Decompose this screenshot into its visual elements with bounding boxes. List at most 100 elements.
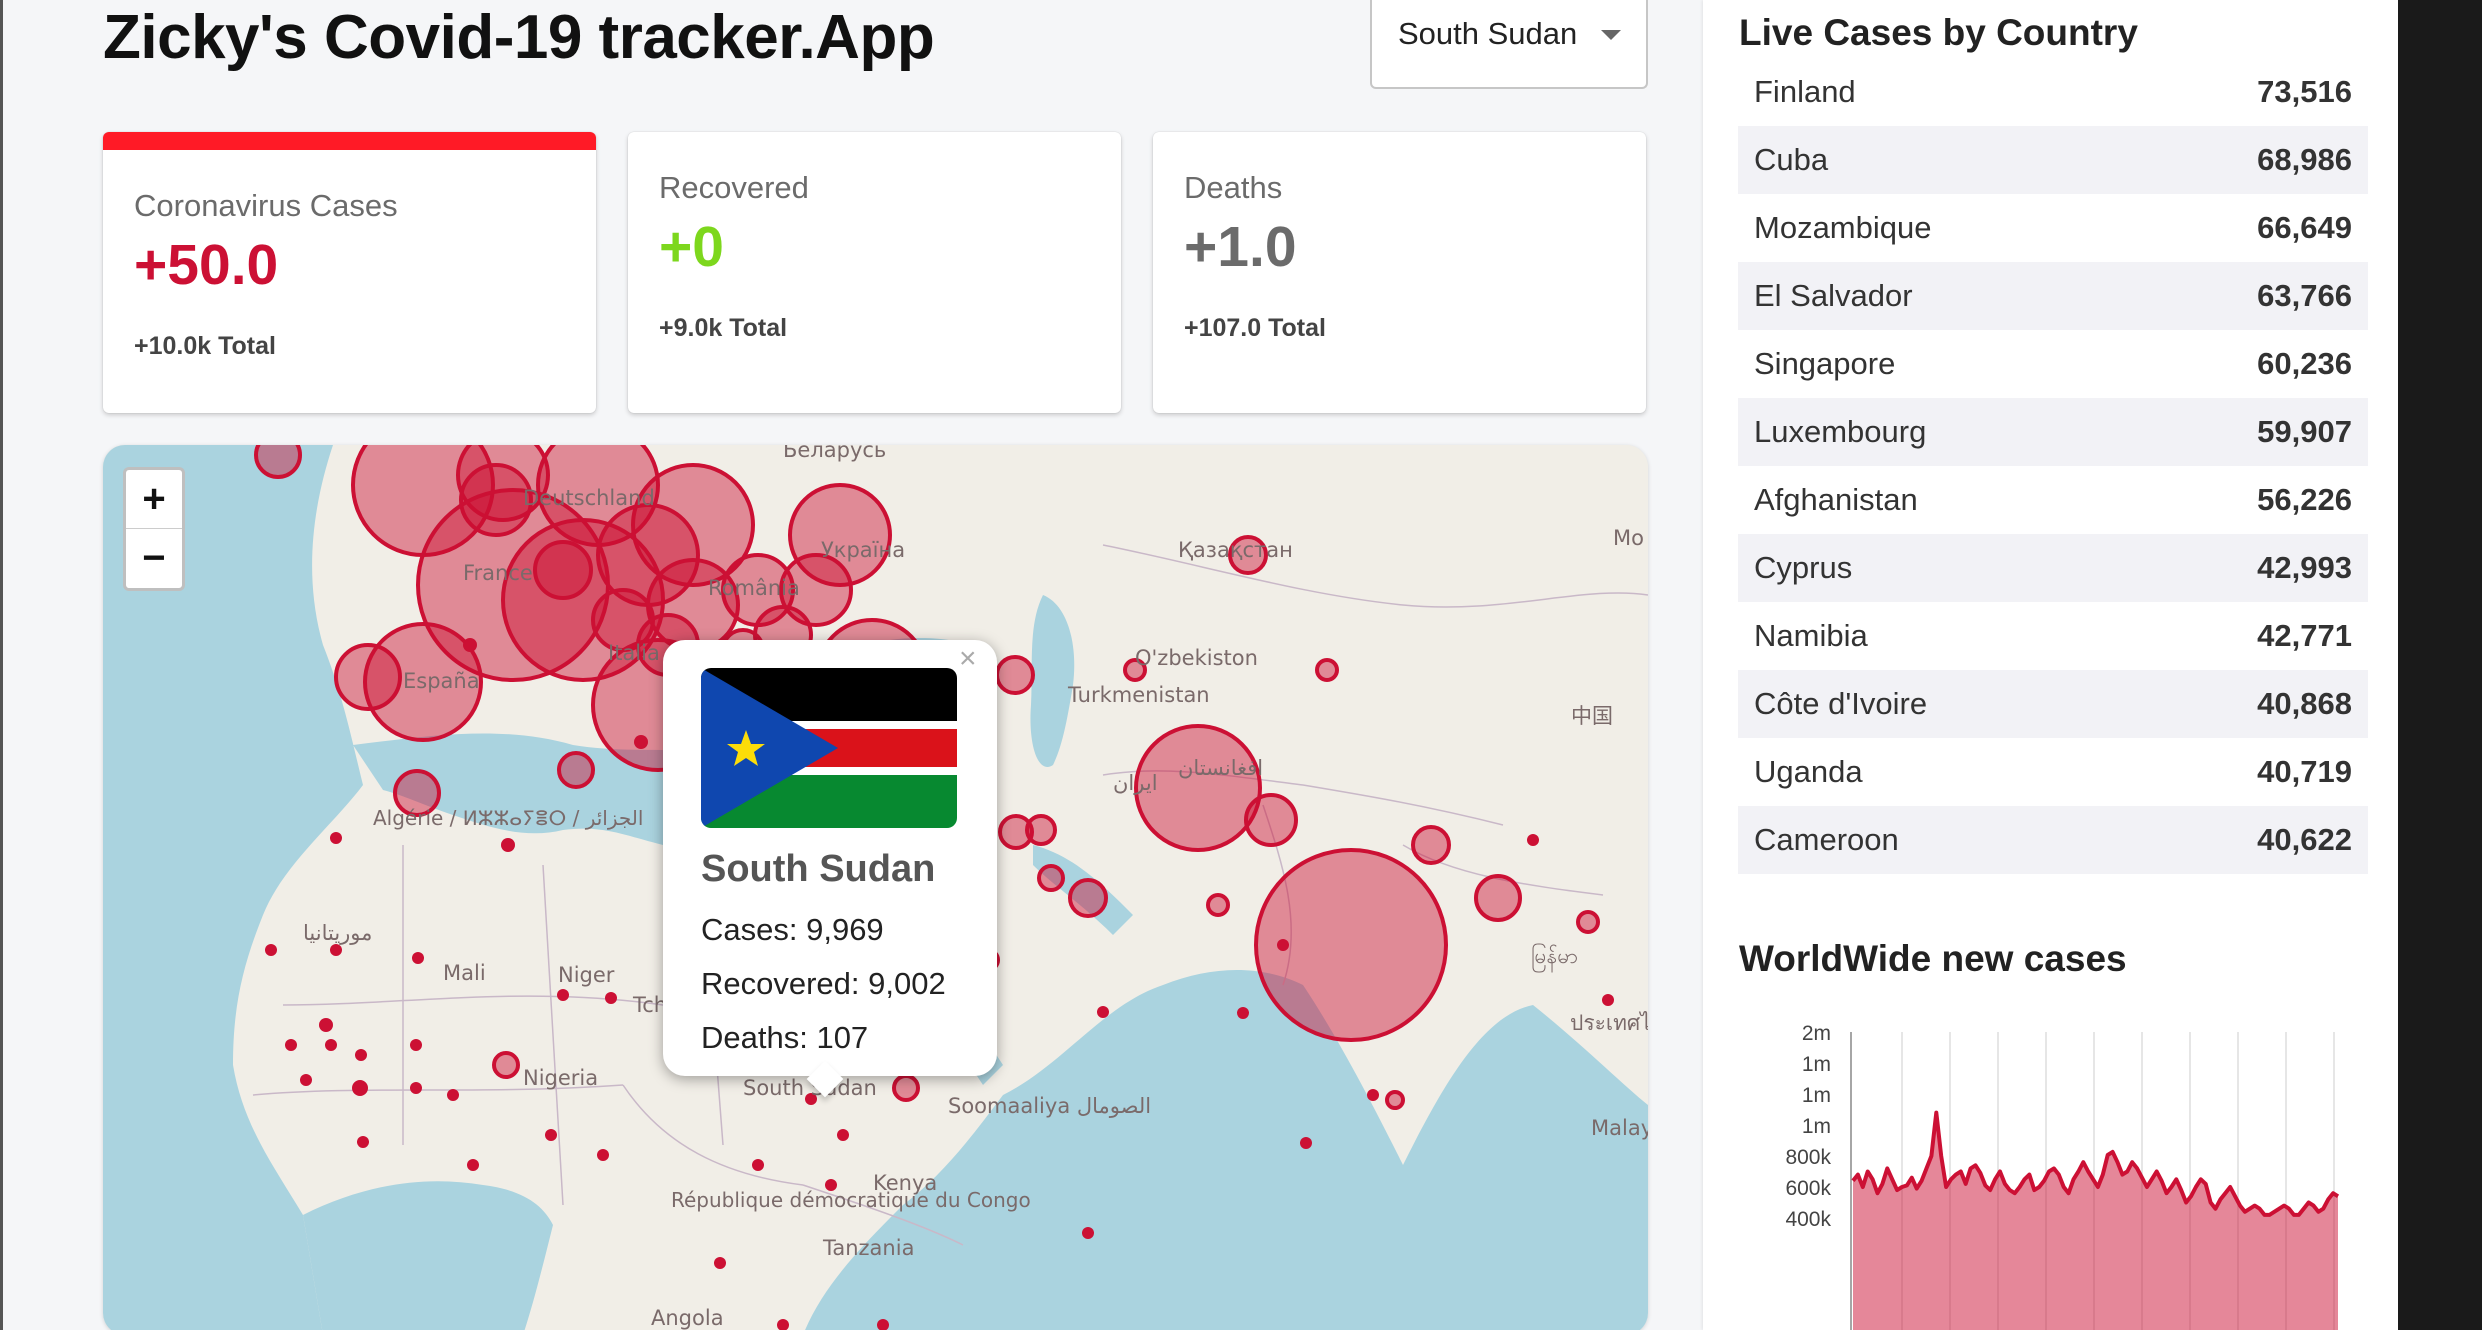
table-row: Cuba 68,986 <box>1738 126 2368 194</box>
country-cases: 42,993 <box>2257 550 2352 585</box>
world-map[interactable]: Беларусь Deutschland Україна France Româ… <box>103 445 1648 1330</box>
popup-close-button[interactable]: × <box>959 642 977 676</box>
map-label: Malay <box>1591 1116 1648 1140</box>
map-label: République démocratique du Congo <box>671 1188 1031 1212</box>
map-label: Tanzania <box>822 1236 914 1260</box>
map-label: Україна <box>821 538 905 562</box>
map-label: 中国 <box>1571 704 1613 728</box>
country-select-value: South Sudan <box>1398 16 1578 51</box>
y-tick-label: 1m <box>1802 1084 1831 1107</box>
map-label: Mo улс <box>1613 526 1648 550</box>
map-label: España <box>403 669 480 693</box>
country-cases: 42,771 <box>2257 618 2352 653</box>
popup-recovered: Recovered: 9,002 <box>701 966 946 1001</box>
table-row: El Salvador 63,766 <box>1738 262 2368 330</box>
map-label: موريتانيا <box>303 921 372 945</box>
country-cases: 40,719 <box>2257 754 2352 789</box>
map-label: ประเทศไทย <box>1570 1011 1648 1035</box>
recovered-card-title: Recovered <box>659 170 809 205</box>
app-window: Zicky's Covid-19 tracker.App South Sudan… <box>0 0 2403 1330</box>
map-label: Algérie / ⵍⵣⵣⴰⵢⴻⵔ / الجزائر <box>373 806 643 830</box>
country-cases: 68,986 <box>2257 142 2352 177</box>
deaths-card[interactable]: Deaths +1.0 +107.0 Total <box>1153 132 1646 413</box>
map-label: Turkmenistan <box>1067 683 1210 707</box>
table-row: Luxembourg 59,907 <box>1738 398 2368 466</box>
map-label: افغانستان <box>1178 756 1263 780</box>
country-name: Côte d'Ivoire <box>1754 686 1928 721</box>
table-row: Uganda 40,719 <box>1738 738 2368 806</box>
map-label: Mali <box>443 961 486 985</box>
map-label: Niger <box>558 963 615 987</box>
table-row: Namibia 42,771 <box>1738 602 2368 670</box>
y-tick-label: 400k <box>1785 1208 1831 1231</box>
new-cases-chart[interactable]: 2m 1m 1m 1m 800k 600k 400k <box>1763 1010 2363 1330</box>
table-row: Mozambique 66,649 <box>1738 194 2368 262</box>
table-row: Afghanistan 56,226 <box>1738 466 2368 534</box>
cases-card[interactable]: Coronavirus Cases +50.0 +10.0k Total <box>103 132 596 413</box>
country-name: Namibia <box>1754 618 1868 653</box>
map-label: Soomaaliya الصومال <box>948 1094 1151 1118</box>
south-sudan-flag-icon <box>701 668 957 828</box>
chart-title: WorldWide new cases <box>1739 938 2127 979</box>
country-popup: × South Sudan Cases: 9,969 Recovered: 9,… <box>663 640 997 1098</box>
chart-area <box>1853 1112 2338 1330</box>
chevron-down-icon <box>1601 30 1621 40</box>
table-row: Singapore 60,236 <box>1738 330 2368 398</box>
country-name: Cameroon <box>1754 822 1899 857</box>
country-name: Singapore <box>1754 346 1896 381</box>
recovered-card-total: +9.0k Total <box>659 314 788 342</box>
cases-card-title: Coronavirus Cases <box>134 188 398 223</box>
country-name: Uganda <box>1754 754 1863 789</box>
live-cases-title: Live Cases by Country <box>1739 12 2138 53</box>
country-name: Mozambique <box>1754 210 1932 245</box>
table-row: Cameroon 40,622 <box>1738 806 2368 874</box>
deaths-card-total: +107.0 Total <box>1184 314 1326 342</box>
zoom-control: + − <box>123 467 185 591</box>
map-label: France <box>463 561 533 585</box>
map-label: Қазақстан <box>1178 538 1293 562</box>
map-label: Italia <box>608 641 660 665</box>
live-cases-table[interactable]: Finland 73,516 Cuba 68,986 Mozambique 66,64… <box>1738 58 2368 893</box>
country-cases: 40,868 <box>2257 686 2352 721</box>
country-cases: 66,649 <box>2257 210 2352 245</box>
popup-country-name: South Sudan <box>701 848 936 890</box>
country-name: Cuba <box>1754 142 1829 177</box>
country-name: El Salvador <box>1754 278 1913 313</box>
map-label: România <box>708 576 800 600</box>
page: Zicky's Covid-19 tracker.App South Sudan… <box>0 0 2482 1330</box>
popup-deaths: Deaths: 107 <box>701 1020 869 1055</box>
country-cases: 40,622 <box>2257 822 2352 857</box>
country-select-dropdown[interactable]: South Sudan <box>1370 0 1648 89</box>
y-tick-label: 600k <box>1785 1177 1831 1200</box>
map-label: O'zbekiston <box>1135 646 1258 670</box>
country-cases: 63,766 <box>2257 278 2352 313</box>
country-name: Luxembourg <box>1754 414 1927 449</box>
table-row: Côte d'Ivoire 40,868 <box>1738 670 2368 738</box>
map-label: Беларусь <box>783 445 886 462</box>
country-name: Finland <box>1754 74 1856 109</box>
map-label: ایران <box>1113 771 1158 795</box>
map-label: Angola <box>651 1306 724 1330</box>
zoom-out-button[interactable]: − <box>126 529 182 587</box>
table-row: Cyprus 42,993 <box>1738 534 2368 602</box>
country-cases: 60,236 <box>2257 346 2352 381</box>
table-row: Finland 73,516 <box>1738 58 2368 126</box>
zoom-in-button[interactable]: + <box>126 470 182 529</box>
deaths-card-value: +1.0 <box>1184 215 1297 279</box>
window-edge <box>2398 0 2482 1330</box>
cases-card-value: +50.0 <box>134 233 279 297</box>
country-name: Afghanistan <box>1754 482 1918 517</box>
y-tick-label: 1m <box>1802 1053 1831 1076</box>
cases-card-total: +10.0k Total <box>134 332 276 360</box>
recovered-card[interactable]: Recovered +0 +9.0k Total <box>628 132 1121 413</box>
map-label: Deutschland <box>523 486 655 510</box>
app-title: Zicky's Covid-19 tracker.App <box>103 3 935 72</box>
deaths-card-title: Deaths <box>1184 170 1283 205</box>
map-label: Nigeria <box>523 1066 598 1090</box>
country-name: Cyprus <box>1754 550 1853 585</box>
popup-cases: Cases: 9,969 <box>701 912 884 947</box>
y-tick-label: 2m <box>1802 1022 1831 1045</box>
active-card-indicator <box>103 132 596 150</box>
country-cases: 56,226 <box>2257 482 2352 517</box>
y-tick-label: 1m <box>1802 1115 1831 1138</box>
